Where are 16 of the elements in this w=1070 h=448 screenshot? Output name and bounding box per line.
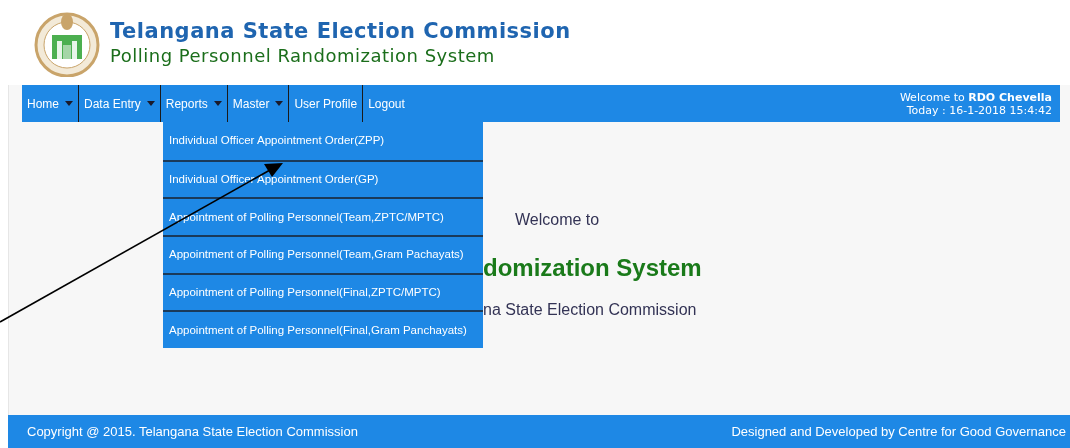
dropdown-menu-item[interactable]: Appointment of Polling Personnel(Final,Gram Panchayats) bbox=[163, 310, 483, 349]
dropdown-menu-item[interactable]: Appointment of Polling Personnel(Final,ZPTC/MPTC) bbox=[163, 272, 483, 311]
site-subtitle: Polling Personnel Randomization System bbox=[110, 43, 496, 68]
system-heading: domization System bbox=[483, 253, 703, 283]
commission-text: na State Election Commission bbox=[483, 300, 698, 320]
dropdown-menu-item[interactable]: Appointment of Polling Personnel(Team,Gram Pachayats) bbox=[163, 235, 483, 273]
welcome-heading: Welcome to bbox=[515, 210, 601, 230]
nav-menu-item[interactable]: Home bbox=[22, 85, 78, 122]
welcome-user-text: Welcome to RDO Chevella bbox=[899, 90, 1052, 104]
dropdown-menu-item[interactable]: Individual Officer Appointment Order(GP) bbox=[163, 159, 483, 198]
dropdown-menu-item[interactable]: Individual Officer Appointment Order(ZPP) bbox=[163, 122, 483, 160]
copyright-text: Copyright @ 2015. Telangana State Election Commission bbox=[27, 422, 358, 441]
site-title: Telangana State Election Commission bbox=[110, 17, 571, 44]
credits-text: Designed and Developed by Centre for Good Governance bbox=[731, 422, 1066, 441]
nav-menu-item[interactable]: Data Entry bbox=[78, 85, 160, 122]
date-time-text: Today : 16-1-2018 15:4:42 bbox=[906, 103, 1052, 117]
